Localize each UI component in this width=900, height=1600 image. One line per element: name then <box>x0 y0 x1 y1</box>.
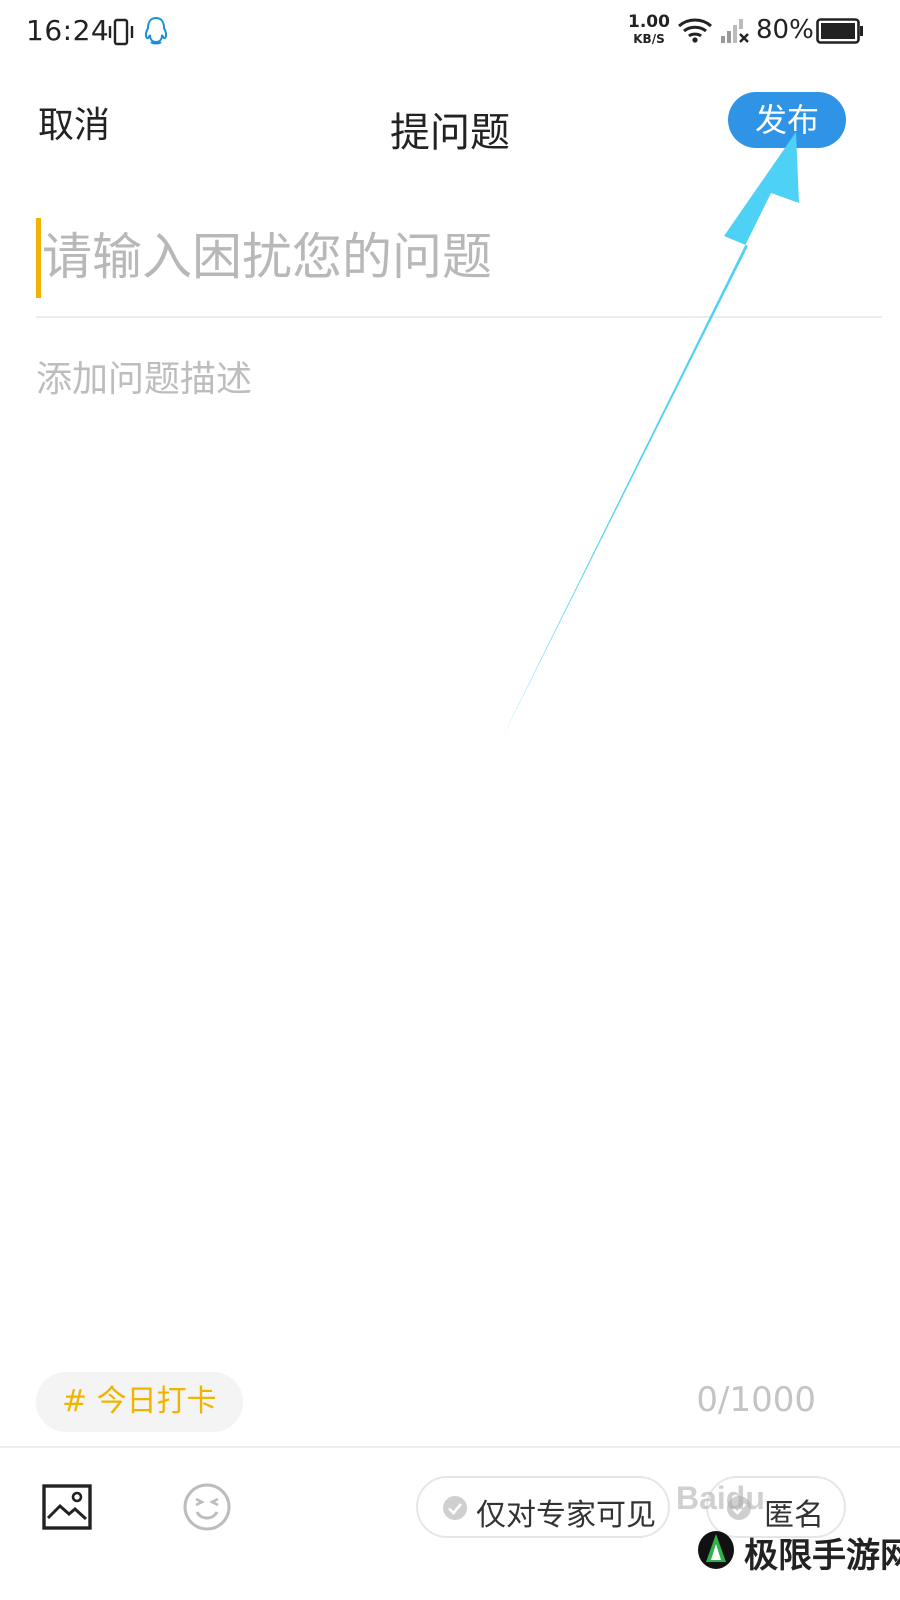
site-logo-icon <box>698 1531 734 1569</box>
character-counter: 0/1000 <box>696 1380 816 1420</box>
status-time: 16:24 <box>26 14 110 47</box>
text-cursor <box>36 218 41 298</box>
network-speed: 1.00 KB/S <box>628 14 670 48</box>
wifi-icon <box>678 18 712 43</box>
expert-only-toggle[interactable]: 仅对专家可见 <box>416 1476 670 1538</box>
emoji-icon[interactable] <box>182 1482 232 1532</box>
status-bar: 16:24 1.00 KB/S 80% <box>0 0 900 66</box>
signal-icon <box>721 19 749 43</box>
network-speed-unit: KB/S <box>633 32 665 46</box>
publish-button[interactable]: 发布 <box>728 92 846 148</box>
qq-icon <box>144 16 168 45</box>
question-title-field <box>36 212 882 302</box>
baidu-watermark: Baidu <box>676 1480 765 1516</box>
title-divider <box>36 316 882 318</box>
check-circle-icon <box>443 1496 467 1520</box>
topic-tag-chip[interactable]: # 今日打卡 <box>36 1372 243 1432</box>
site-watermark-text: 极限手游网 <box>744 1536 900 1576</box>
expert-only-label: 仅对专家可见 <box>476 1498 656 1533</box>
network-speed-value: 1.00 <box>628 12 670 32</box>
question-title-input[interactable] <box>42 212 872 302</box>
vibrate-icon <box>108 18 134 46</box>
image-icon[interactable] <box>42 1484 92 1530</box>
battery-icon <box>816 18 863 44</box>
header-bar: 取消 提问题 发布 <box>0 66 900 176</box>
site-watermark: 极限手游网 <box>690 1520 900 1600</box>
question-description-input[interactable] <box>36 350 882 1350</box>
battery-percent: 80% <box>756 15 814 45</box>
